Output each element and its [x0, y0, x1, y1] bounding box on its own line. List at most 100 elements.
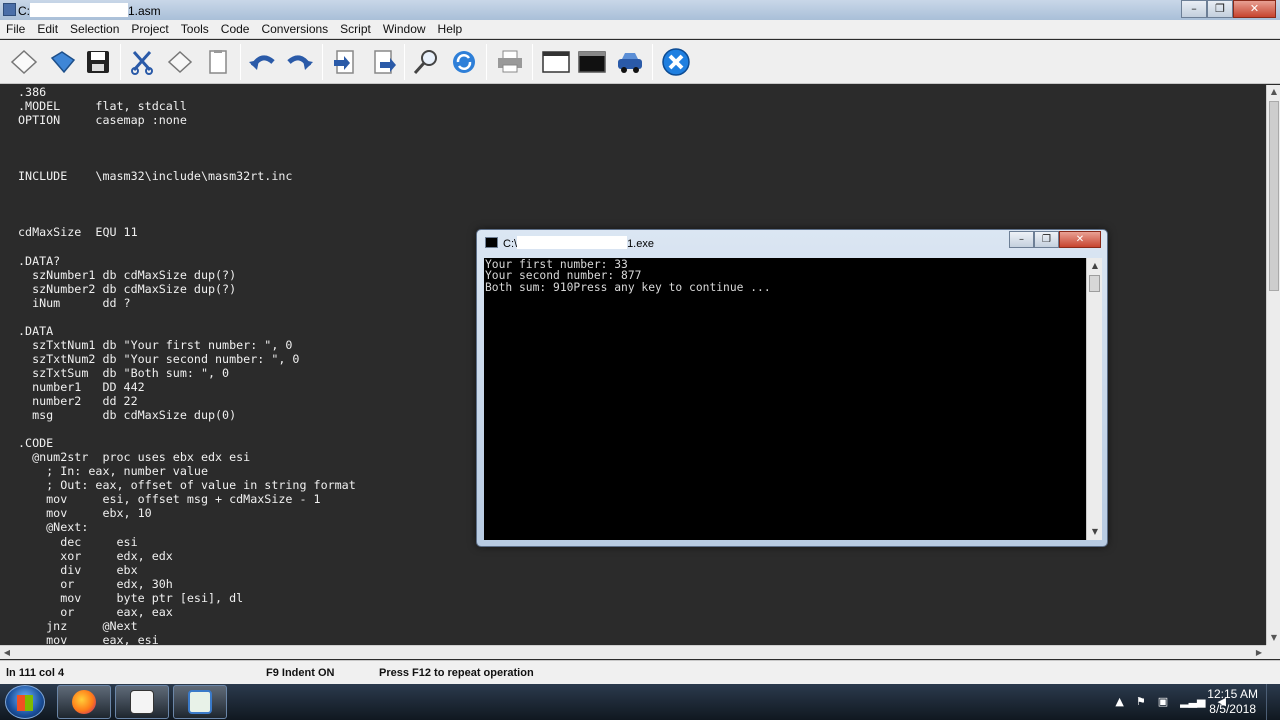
code-line[interactable]: div ebx — [18, 563, 356, 577]
menu-script[interactable]: Script — [334, 20, 377, 38]
console-window-icon[interactable] — [485, 237, 498, 248]
console-scroll-down-icon[interactable]: ▼ — [1087, 525, 1103, 539]
vertical-scrollbar[interactable]: ▲ ▼ — [1266, 85, 1280, 645]
code-line[interactable]: or eax, eax — [18, 605, 356, 619]
code-line[interactable]: @num2str proc uses ebx edx esi — [18, 450, 356, 464]
code-line[interactable]: cdMaxSize EQU 11 — [18, 225, 356, 239]
code-line[interactable]: szTxtSum db "Both sum: ", 0 — [18, 366, 356, 380]
code-line[interactable]: iNum dd ? — [18, 296, 356, 310]
console-output-area[interactable]: Your first number: 33 Your second number… — [484, 258, 1086, 540]
code-line[interactable]: msg db cdMaxSize dup(0) — [18, 408, 356, 422]
code-line[interactable]: OPTION casemap :none — [18, 113, 356, 127]
menu-edit[interactable]: Edit — [31, 20, 64, 38]
code-line[interactable] — [18, 183, 356, 197]
taskbar-console-app[interactable] — [173, 685, 227, 719]
redo-icon[interactable] — [284, 46, 316, 78]
console-window[interactable]: C:\ 1.exe – ❐ ✕ Your first number: 33 You… — [476, 229, 1108, 547]
scroll-right-arrow-icon[interactable]: ▶ — [1252, 646, 1266, 660]
window-icon[interactable] — [540, 46, 572, 78]
scroll-down-arrow-icon[interactable]: ▼ — [1267, 631, 1280, 645]
menu-conversions[interactable]: Conversions — [255, 20, 334, 38]
code-line[interactable]: szTxtNum2 db "Your second number: ", 0 — [18, 352, 356, 366]
code-line[interactable]: INCLUDE \masm32\include\masm32rt.inc — [18, 169, 356, 183]
menu-window[interactable]: Window — [377, 20, 432, 38]
code-line[interactable] — [18, 141, 356, 155]
device-icon[interactable]: ▣ — [1158, 695, 1168, 708]
start-button[interactable] — [5, 685, 45, 719]
cut-icon[interactable] — [126, 46, 158, 78]
code-line[interactable]: number2 dd 22 — [18, 394, 356, 408]
code-line[interactable]: mov byte ptr [esi], dl — [18, 591, 356, 605]
code-line[interactable]: .386 — [18, 85, 356, 99]
console-close-button[interactable]: ✕ — [1059, 231, 1101, 248]
code-line[interactable] — [18, 211, 356, 225]
code-line[interactable] — [18, 240, 356, 254]
code-line[interactable]: or edx, 30h — [18, 577, 356, 591]
minimize-button[interactable]: – — [1181, 0, 1207, 18]
action-center-icon[interactable]: ⚑ — [1136, 695, 1146, 708]
taskbar-firefox[interactable] — [57, 685, 111, 719]
show-desktop-button[interactable] — [1266, 684, 1280, 720]
code-line[interactable]: .CODE — [18, 436, 356, 450]
console-maximize-button[interactable]: ❐ — [1034, 231, 1059, 248]
code-line[interactable]: szTxtNum1 db "Your first number: ", 0 — [18, 338, 356, 352]
export-icon[interactable] — [368, 46, 400, 78]
tray-expand-icon[interactable]: ▲ — [1115, 695, 1123, 708]
close-button[interactable]: ✕ — [1233, 0, 1276, 18]
menu-help[interactable]: Help — [432, 20, 469, 38]
open-file-icon[interactable] — [46, 46, 78, 78]
scroll-thumb[interactable] — [1269, 101, 1279, 291]
code-line[interactable] — [18, 127, 356, 141]
code-line[interactable]: mov esi, offset msg + cdMaxSize - 1 — [18, 492, 356, 506]
code-line[interactable]: szNumber1 db cdMaxSize dup(?) — [18, 268, 356, 282]
menu-selection[interactable]: Selection — [64, 20, 125, 38]
save-icon[interactable] — [82, 46, 114, 78]
undo-icon[interactable] — [246, 46, 278, 78]
code-line[interactable]: .MODEL flat, stdcall — [18, 99, 356, 113]
menu-code[interactable]: Code — [215, 20, 256, 38]
clock[interactable]: 12:15 AM 8/5/2018 — [1207, 687, 1258, 717]
code-line[interactable]: ; Out: eax, offset of value in string fo… — [18, 478, 356, 492]
console-scroll-thumb[interactable] — [1089, 275, 1100, 292]
taskbar-qeditor[interactable] — [115, 685, 169, 719]
console-scrollbar[interactable]: ▲ ▼ — [1086, 258, 1102, 540]
code-line[interactable]: mov ebx, 10 — [18, 506, 356, 520]
copy-icon[interactable] — [164, 46, 196, 78]
menu-file[interactable]: File — [0, 20, 31, 38]
console-minimize-button[interactable]: – — [1009, 231, 1034, 248]
paste-icon[interactable] — [202, 46, 234, 78]
code-line[interactable]: .DATA — [18, 324, 356, 338]
code-line[interactable] — [18, 197, 356, 211]
app-icon[interactable] — [3, 3, 16, 16]
console-scroll-up-icon[interactable]: ▲ — [1087, 259, 1103, 273]
horizontal-scrollbar[interactable]: ◀ ▶ — [0, 645, 1266, 659]
scroll-up-arrow-icon[interactable]: ▲ — [1267, 85, 1280, 99]
scroll-left-arrow-icon[interactable]: ◀ — [0, 646, 14, 660]
code-line[interactable] — [18, 310, 356, 324]
code-line[interactable]: number1 DD 442 — [18, 380, 356, 394]
maximize-button[interactable]: ❐ — [1207, 0, 1233, 18]
import-icon[interactable] — [328, 46, 360, 78]
new-file-icon[interactable] — [8, 46, 40, 78]
menu-tools[interactable]: Tools — [175, 20, 215, 38]
code-line[interactable]: mov eax, esi — [18, 633, 356, 645]
replace-icon[interactable] — [448, 46, 480, 78]
network-signal-icon[interactable]: ▂▃▅ — [1180, 695, 1205, 708]
code-line[interactable]: xor edx, edx — [18, 549, 356, 563]
code-line[interactable]: jnz @Next — [18, 619, 356, 633]
console-title-suffix: 1.exe — [627, 238, 654, 250]
code-line[interactable]: dec esi — [18, 535, 356, 549]
code-line[interactable] — [18, 422, 356, 436]
find-icon[interactable] — [410, 46, 442, 78]
code-line[interactable]: ; In: eax, number value — [18, 464, 356, 478]
console-icon[interactable] — [576, 46, 608, 78]
print-icon[interactable] — [494, 46, 526, 78]
car-icon[interactable] — [614, 46, 646, 78]
code-line[interactable]: szNumber2 db cdMaxSize dup(?) — [18, 282, 356, 296]
close-circle-icon[interactable] — [660, 46, 692, 78]
code-line[interactable]: @Next: — [18, 520, 356, 534]
menu-project[interactable]: Project — [125, 20, 174, 38]
code-line[interactable]: .DATA? — [18, 254, 356, 268]
code-line[interactable] — [18, 155, 356, 169]
code-text[interactable]: .386 .MODEL flat, stdcall OPTION casemap :… — [18, 85, 356, 645]
